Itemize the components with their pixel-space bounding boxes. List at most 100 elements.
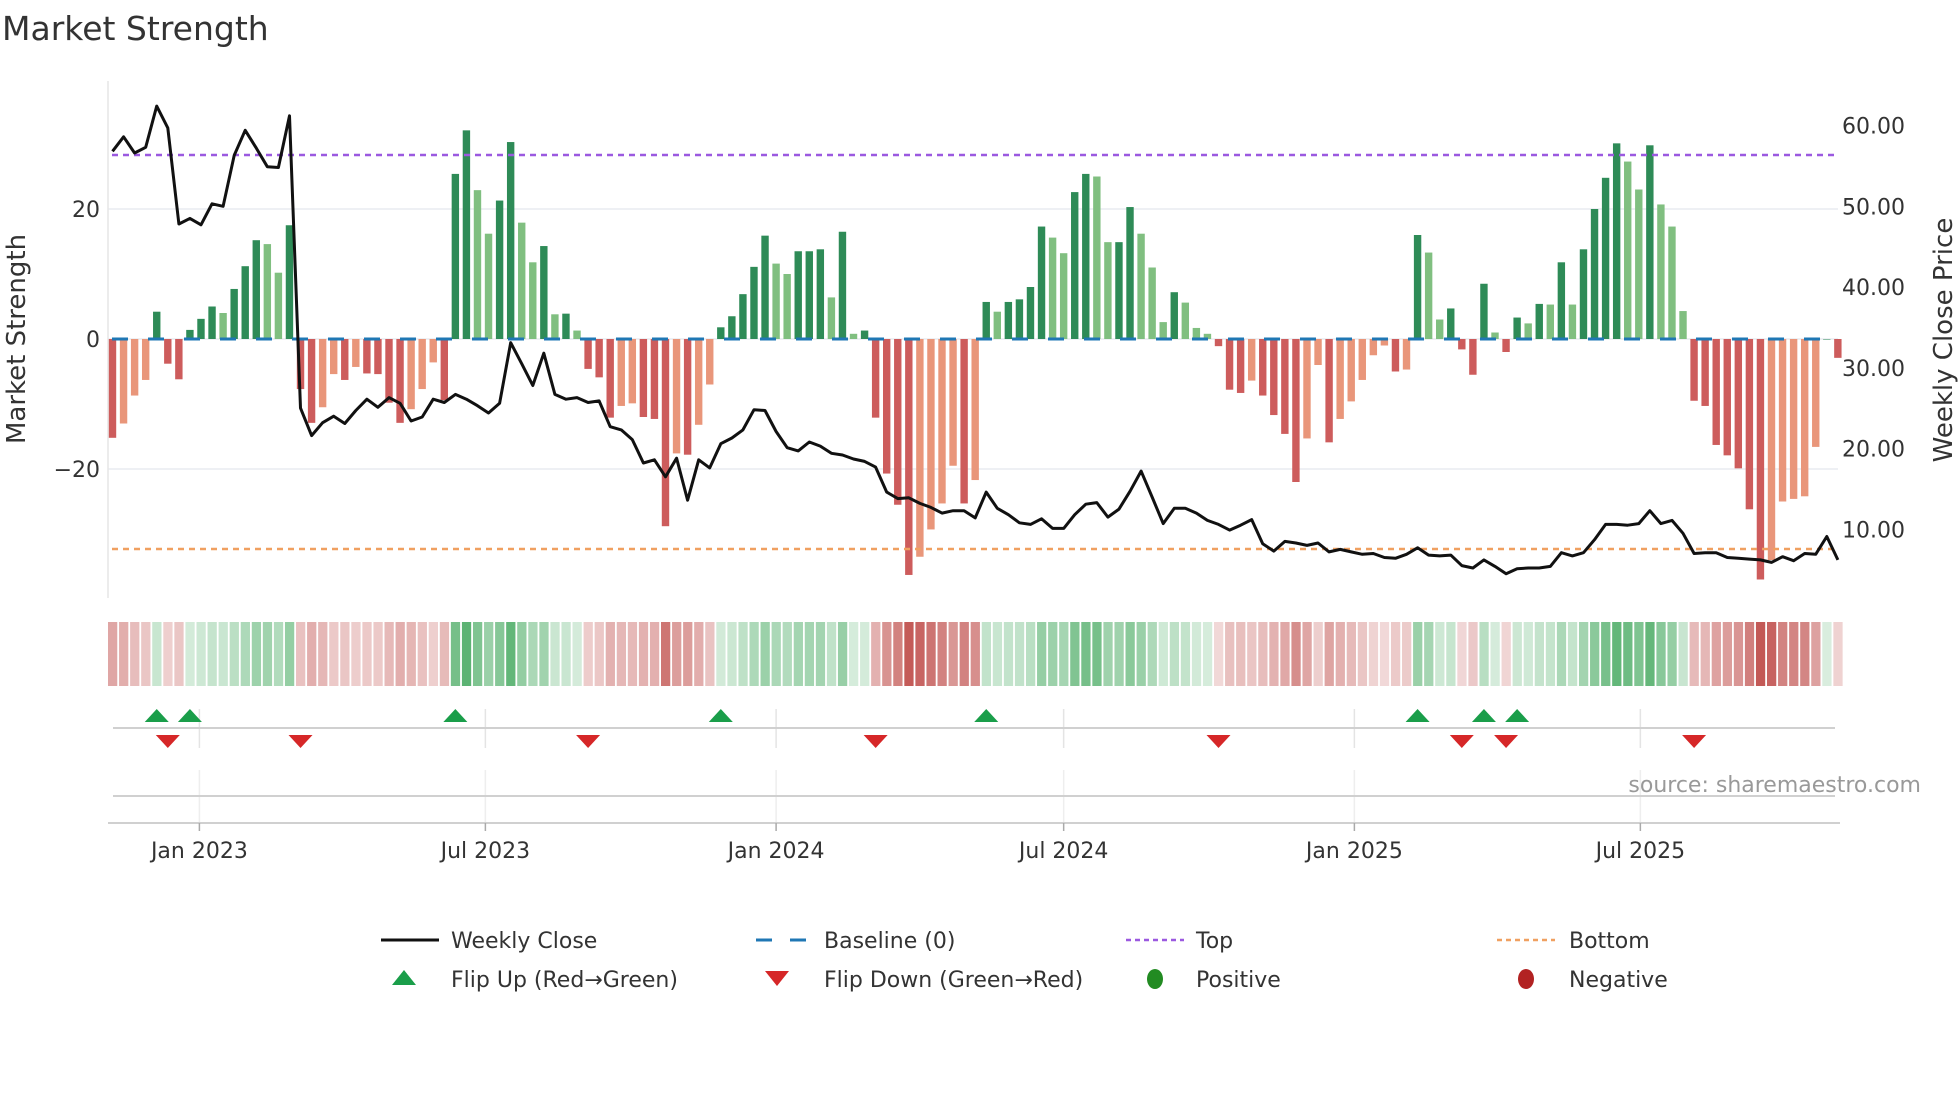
- negative-bar: [407, 339, 415, 410]
- heat-cell: [1214, 622, 1224, 686]
- positive-bar: [1601, 177, 1610, 339]
- heat-cell: [207, 622, 217, 686]
- positive-bar: [529, 262, 537, 339]
- positive-bar: [1635, 189, 1643, 339]
- heat-cell: [1722, 622, 1733, 686]
- heat-cell: [141, 622, 151, 686]
- legend-item: Top: [1126, 929, 1233, 954]
- right-axis-ticks: 60.00 50.00 40.00 30.00 20.00 10.00: [1842, 115, 1905, 544]
- heat-cell: [528, 622, 538, 686]
- heat-cell: [1490, 622, 1500, 686]
- heat-cell: [1811, 622, 1821, 686]
- flip-up-marker: [144, 709, 169, 722]
- flip-down-marker: [576, 735, 601, 748]
- positive-bar: [451, 173, 460, 339]
- positive-bar: [1093, 176, 1101, 339]
- right-tick-label: 30.00: [1842, 357, 1905, 382]
- right-tick-label: 10.00: [1842, 518, 1905, 543]
- legend-label: Top: [1195, 929, 1233, 954]
- negative-bar: [1402, 339, 1411, 370]
- positive-bar: [1436, 319, 1444, 339]
- negative-bar: [141, 339, 150, 380]
- heat-cell: [218, 622, 228, 686]
- heat-cell: [1014, 622, 1025, 686]
- heat-cell: [1778, 622, 1788, 686]
- positive-bar: [540, 246, 548, 339]
- positive-bar: [551, 314, 559, 339]
- heat-cell: [1590, 622, 1600, 686]
- positive-bar: [484, 233, 493, 339]
- heat-cell: [1147, 622, 1157, 686]
- heat-cell: [1744, 622, 1755, 686]
- heat-cell: [1667, 622, 1677, 686]
- positive-bar: [1413, 235, 1422, 339]
- positive-bar: [1657, 204, 1665, 339]
- heat-cell: [130, 622, 140, 686]
- negative-bar: [341, 339, 349, 380]
- positive-bar: [1159, 322, 1167, 339]
- heat-cell: [1158, 622, 1168, 686]
- positive-bar: [783, 274, 791, 339]
- heat-cell: [550, 622, 560, 686]
- positive-bar: [772, 263, 780, 339]
- x-tick-label: Jan 2023: [149, 839, 248, 864]
- negative-bar: [1336, 339, 1344, 419]
- heat-cell: [395, 622, 405, 686]
- heat-cell: [937, 622, 947, 686]
- legend-item: Weekly Close: [381, 929, 597, 954]
- heat-cell: [871, 622, 881, 686]
- positive-bar: [462, 130, 471, 339]
- positive-bar: [816, 249, 825, 339]
- negative-bar: [1347, 339, 1355, 402]
- heat-cell: [262, 622, 273, 686]
- heat-cell: [1357, 622, 1368, 686]
- negative-bar: [164, 339, 172, 364]
- negative-bar: [1281, 339, 1289, 434]
- negative-bar: [1292, 339, 1300, 482]
- heat-cell: [793, 622, 803, 686]
- right-tick-label: 20.00: [1842, 438, 1905, 463]
- negative-bar: [418, 339, 426, 390]
- negative-bar: [1701, 339, 1709, 406]
- heat-cell: [683, 622, 693, 686]
- positive-bar: [761, 235, 769, 339]
- heat-cell: [649, 622, 660, 686]
- negative-bar: [108, 339, 117, 438]
- x-axis-ticks: Jan 2023 Jul 2023 Jan 2024 Jul 2024 Jan 2025…: [149, 823, 1685, 864]
- right-tick-label: 50.00: [1842, 195, 1905, 220]
- heat-cell: [1236, 622, 1246, 686]
- positive-bar: [1004, 301, 1013, 339]
- positive-bar: [1137, 233, 1145, 339]
- heat-cell: [1346, 622, 1356, 686]
- legend-label: Weekly Close: [451, 929, 597, 954]
- heat-cell: [119, 622, 129, 686]
- heat-cell: [1258, 622, 1268, 686]
- negative-bar: [661, 339, 670, 527]
- heat-cell: [1501, 622, 1511, 686]
- positive-bar: [728, 316, 736, 339]
- heat-cell: [163, 622, 173, 686]
- heat-cell: [1413, 622, 1423, 686]
- flip-up-marker: [177, 709, 202, 722]
- legend-item: Negative: [1518, 968, 1668, 993]
- heat-cell: [108, 622, 118, 686]
- source-label: source: sharemaestro.com: [1628, 773, 1921, 798]
- heat-cell: [1048, 622, 1058, 686]
- x-tick-label: Jan 2025: [1304, 839, 1403, 864]
- heat-cell: [174, 622, 184, 686]
- positive-bar: [827, 297, 836, 339]
- heat-cell: [351, 622, 361, 686]
- flip-down-marker: [1449, 735, 1474, 748]
- positive-bar: [982, 301, 990, 339]
- legend-label: Bottom: [1569, 929, 1650, 954]
- negative-bar: [307, 339, 316, 423]
- positive-bar: [495, 200, 504, 339]
- heat-cell: [472, 622, 483, 686]
- heat-cell: [1578, 622, 1589, 686]
- negative-bar: [1723, 339, 1731, 456]
- legend-label: Flip Down (Green→Red): [824, 968, 1083, 993]
- positive-bar: [1590, 209, 1599, 339]
- negative-bar: [1745, 339, 1754, 510]
- heat-cell: [450, 622, 461, 686]
- heat-cell: [959, 622, 969, 686]
